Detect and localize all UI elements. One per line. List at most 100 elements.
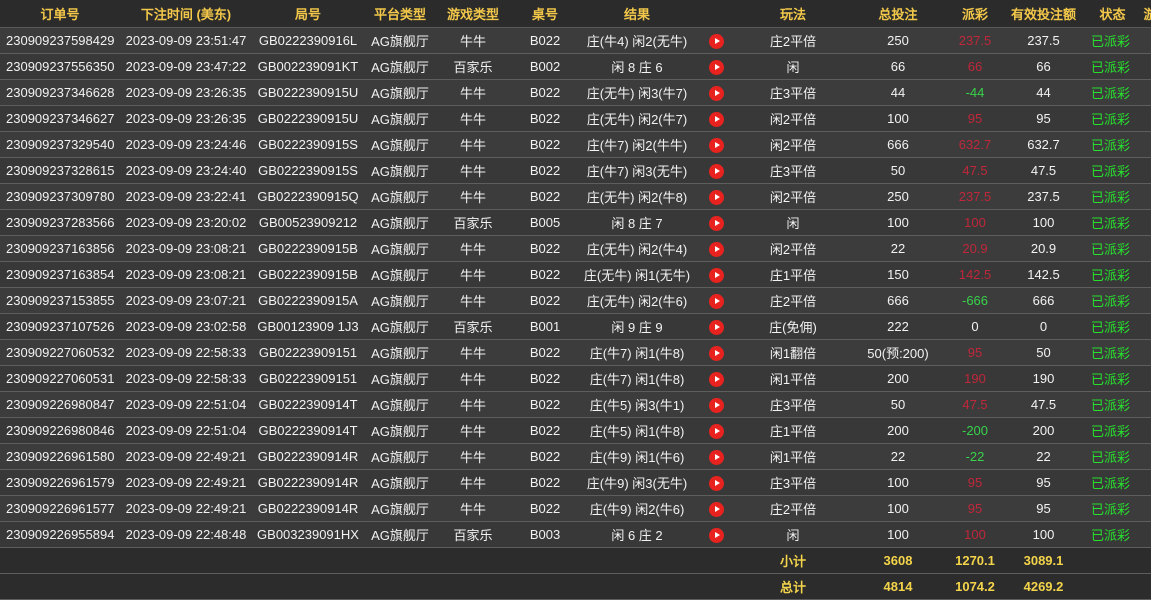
cell-payout: 47.5 [948, 157, 1002, 184]
cell-bet: 666 [848, 287, 948, 314]
play-circle-icon[interactable] [708, 423, 724, 439]
cell-status: 已派彩 [1085, 287, 1140, 314]
table-row[interactable]: 230909226961579 2023-09-09 22:49:21 GB0222… [0, 469, 1151, 496]
play-circle-icon[interactable] [708, 163, 724, 179]
cell-valid: 237.5 [1002, 183, 1085, 210]
table-row[interactable]: 230909227060532 2023-09-09 22:58:33 GB0222… [0, 339, 1151, 366]
cell-table: B001 [510, 313, 580, 340]
cell-play: 庄1平倍 [738, 261, 848, 288]
result-play-cell[interactable] [694, 391, 738, 418]
column-header[interactable]: 局号 [252, 0, 364, 28]
cell-bet: 66 [848, 53, 948, 80]
cell-game: 牛牛 [436, 365, 510, 392]
column-header[interactable]: 派彩 [948, 0, 1002, 28]
play-circle-icon[interactable] [708, 33, 724, 49]
table-row[interactable]: 230909226961580 2023-09-09 22:49:21 GB0222… [0, 443, 1151, 470]
result-play-cell[interactable] [694, 131, 738, 158]
result-play-cell[interactable] [694, 53, 738, 80]
column-header[interactable]: 订单号 [0, 0, 120, 28]
column-header[interactable]: 游戏类型 [436, 0, 510, 28]
play-circle-icon[interactable] [708, 137, 724, 153]
play-circle-icon[interactable] [708, 85, 724, 101]
play-circle-icon[interactable] [708, 397, 724, 413]
result-play-cell[interactable] [694, 105, 738, 132]
column-header[interactable]: 状态 [1085, 0, 1140, 28]
table-row[interactable]: 230909237328615 2023-09-09 23:24:40 GB0222… [0, 157, 1151, 184]
column-header[interactable]: 有效投注额 [1002, 0, 1085, 28]
column-header[interactable] [694, 0, 738, 28]
result-play-cell[interactable] [694, 27, 738, 54]
table-row[interactable]: 230909237163856 2023-09-09 23:08:21 GB0222… [0, 235, 1151, 262]
column-header[interactable]: 结果 [580, 0, 694, 28]
table-row[interactable]: 230909227060531 2023-09-09 22:58:33 GB0222… [0, 365, 1151, 392]
result-play-cell[interactable] [694, 157, 738, 184]
table-row[interactable]: 230909237329540 2023-09-09 23:24:46 GB0222… [0, 131, 1151, 158]
table-row[interactable]: 230909237107526 2023-09-09 23:02:58 GB0012… [0, 313, 1151, 340]
cell-payout: -22 [948, 443, 1002, 470]
play-circle-icon[interactable] [708, 241, 724, 257]
column-header[interactable]: 玩法 [738, 0, 848, 28]
cell-order: 230909237163854 [0, 261, 120, 288]
play-circle-icon[interactable] [708, 371, 724, 387]
result-play-cell[interactable] [694, 521, 738, 548]
cell-platform: AG旗舰厅 [364, 495, 436, 522]
cell-result: 庄(无牛) 闲2(牛8) [580, 183, 694, 210]
result-play-cell[interactable] [694, 469, 738, 496]
result-play-cell[interactable] [694, 365, 738, 392]
cell-time: 2023-09-09 23:47:22 [120, 53, 252, 80]
play-circle-icon[interactable] [708, 475, 724, 491]
result-play-cell[interactable] [694, 313, 738, 340]
play-circle-icon[interactable] [708, 527, 724, 543]
cell-play: 闲2平倍 [738, 235, 848, 262]
play-circle-icon[interactable] [708, 345, 724, 361]
result-play-cell[interactable] [694, 339, 738, 366]
result-play-cell[interactable] [694, 443, 738, 470]
result-play-cell[interactable] [694, 417, 738, 444]
play-circle-icon[interactable] [708, 319, 724, 335]
table-row[interactable]: 230909237309780 2023-09-09 23:22:41 GB0222… [0, 183, 1151, 210]
result-play-cell[interactable] [694, 79, 738, 106]
play-circle-icon[interactable] [708, 267, 724, 283]
result-play-cell[interactable] [694, 495, 738, 522]
table-row[interactable]: 230909237163854 2023-09-09 23:08:21 GB0222… [0, 261, 1151, 288]
play-circle-icon[interactable] [708, 189, 724, 205]
table-row[interactable]: 230909226955894 2023-09-09 22:48:48 GB0032… [0, 521, 1151, 548]
table-row[interactable]: 230909237346627 2023-09-09 23:26:35 GB0222… [0, 105, 1151, 132]
column-header[interactable]: 下注时间 (美东) [120, 0, 252, 28]
column-header[interactable]: 桌号 [510, 0, 580, 28]
table-row[interactable]: 230909237598429 2023-09-09 23:51:47 GB0222… [0, 27, 1151, 54]
play-circle-icon[interactable] [708, 215, 724, 231]
play-circle-icon[interactable] [708, 59, 724, 75]
column-header[interactable]: 游 [1140, 0, 1151, 28]
play-circle-icon[interactable] [708, 293, 724, 309]
cell-platform: AG旗舰厅 [364, 27, 436, 54]
play-circle-icon[interactable] [708, 449, 724, 465]
column-header[interactable]: 平台类型 [364, 0, 436, 28]
cell-time: 2023-09-09 22:58:33 [120, 365, 252, 392]
cell-time: 2023-09-09 22:51:04 [120, 417, 252, 444]
table-row[interactable]: 230909226961577 2023-09-09 22:49:21 GB0222… [0, 495, 1151, 522]
result-play-cell[interactable] [694, 209, 738, 236]
cell-valid: 100 [1002, 521, 1085, 548]
table-row[interactable]: 230909226980846 2023-09-09 22:51:04 GB0222… [0, 417, 1151, 444]
play-circle-icon[interactable] [708, 501, 724, 517]
result-play-cell[interactable] [694, 235, 738, 262]
table-row[interactable]: 230909237556350 2023-09-09 23:47:22 GB0022… [0, 53, 1151, 80]
table-row[interactable]: 230909226980847 2023-09-09 22:51:04 GB0222… [0, 391, 1151, 418]
cell-payout: 632.7 [948, 131, 1002, 158]
cell-game: 牛牛 [436, 157, 510, 184]
result-play-cell[interactable] [694, 287, 738, 314]
cell-bet: 50 [848, 157, 948, 184]
table-row[interactable]: 230909237283566 2023-09-09 23:20:02 GB0052… [0, 209, 1151, 236]
result-play-cell[interactable] [694, 183, 738, 210]
cell-play: 闲2平倍 [738, 131, 848, 158]
cell-status: 已派彩 [1085, 79, 1140, 106]
cell-valid: 95 [1002, 469, 1085, 496]
empty-cell [580, 547, 694, 574]
cell-platform: AG旗舰厅 [364, 261, 436, 288]
column-header[interactable]: 总投注 [848, 0, 948, 28]
result-play-cell[interactable] [694, 261, 738, 288]
table-row[interactable]: 230909237346628 2023-09-09 23:26:35 GB0222… [0, 79, 1151, 106]
table-row[interactable]: 230909237153855 2023-09-09 23:07:21 GB0222… [0, 287, 1151, 314]
play-circle-icon[interactable] [708, 111, 724, 127]
